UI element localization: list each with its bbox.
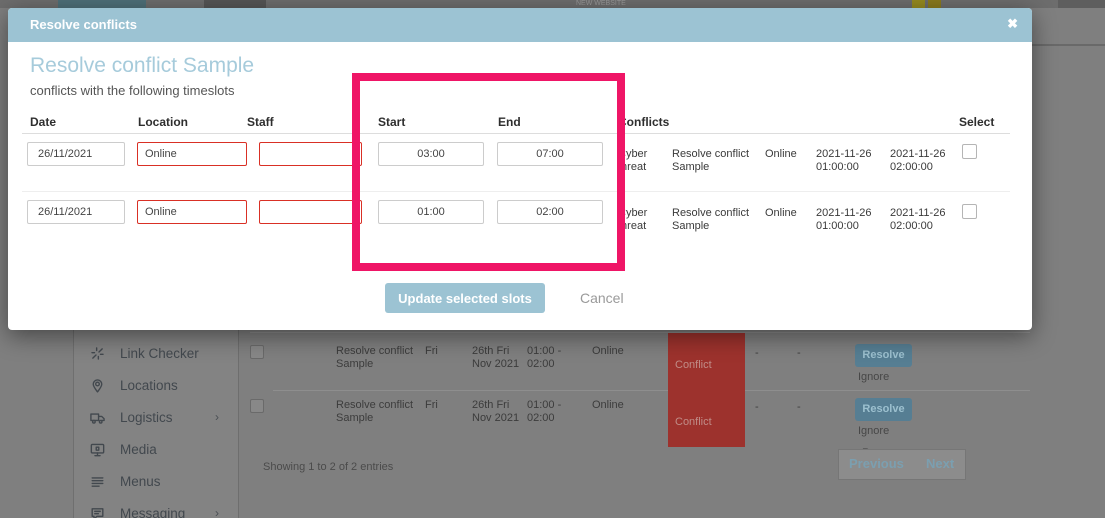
conflict-location: Online: [765, 207, 797, 220]
conflict-end: 2021-11-26 02:00:00: [890, 207, 954, 233]
topbar-fragment: [1058, 0, 1105, 8]
select-checkbox[interactable]: [962, 204, 977, 219]
conflict-event: Resolve conflict Sample: [672, 207, 760, 233]
event-time: 01:00 - 02:00: [527, 399, 575, 425]
cancel-button[interactable]: Cancel: [580, 290, 624, 306]
conflict-location: Online: [765, 148, 797, 161]
ignore-link[interactable]: Ignore: [858, 371, 889, 383]
col-header-date: Date: [30, 115, 56, 129]
list-icon: [89, 473, 106, 490]
ignore-link[interactable]: Ignore: [858, 425, 889, 437]
staff-input[interactable]: [259, 142, 362, 166]
location-input[interactable]: [137, 142, 247, 166]
row-checkbox[interactable]: [250, 399, 264, 413]
conflict-subheading: conflicts with the following timeslots: [30, 83, 234, 98]
col-header-select: Select: [959, 115, 994, 129]
broken-link-icon: [89, 345, 106, 362]
event-location: Online: [592, 399, 624, 412]
topbar-label: NEW WEBSITE: [576, 0, 666, 8]
sidebar-item-link-checker[interactable]: Link Checker: [74, 343, 238, 367]
resolve-button[interactable]: Resolve: [855, 344, 912, 367]
status-badge: Conflict: [668, 333, 745, 390]
col-header-conflicts: Conflicts: [618, 115, 669, 129]
update-selected-slots-button[interactable]: Update selected slots: [385, 283, 545, 313]
topbar-fragment: [928, 0, 941, 8]
date-input[interactable]: [27, 142, 125, 166]
screen: NEW WEBSITE Link Checker Locations Logis…: [0, 0, 1105, 518]
monitor-icon: [89, 441, 106, 458]
sidebar-item-label: Media: [120, 442, 157, 457]
event-time: 01:00 - 02:00: [527, 345, 575, 371]
conflict-heading: Resolve conflict Sample: [30, 54, 254, 78]
col-header-staff: Staff: [247, 115, 274, 129]
row-checkbox[interactable]: [250, 345, 264, 359]
event-date: 26th Fri Nov 2021: [472, 399, 528, 425]
resolve-button[interactable]: Resolve: [855, 398, 912, 421]
event-name: Resolve conflict Sample: [336, 399, 418, 425]
event-location: Online: [592, 345, 624, 358]
row-divider: [273, 390, 1030, 391]
sidebar-item-label: Menus: [120, 474, 161, 489]
status-label: Conflict: [675, 359, 712, 371]
dimmed-header-edge: [1032, 44, 1105, 46]
col-header-location: Location: [138, 115, 188, 129]
sidebar: Link Checker Locations Logistics › Media: [73, 330, 239, 518]
sidebar-item-label: Locations: [120, 378, 178, 393]
cell-dash: -: [755, 401, 759, 414]
event-name: Resolve conflict Sample: [336, 345, 418, 371]
event-date: 26th Fri Nov 2021: [472, 345, 528, 371]
table-summary: Showing 1 to 2 of 2 entries: [263, 461, 393, 473]
sidebar-item-menus[interactable]: Menus: [74, 471, 238, 495]
staff-input[interactable]: [259, 200, 362, 224]
status-label: Conflict: [675, 416, 712, 428]
topbar-fragment: [912, 0, 925, 8]
sidebar-item-label: Logistics: [120, 410, 173, 425]
topbar-fragment: [58, 0, 146, 8]
select-checkbox[interactable]: [962, 144, 977, 159]
chat-icon: [89, 505, 106, 518]
modal-header: Resolve conflicts ✖: [8, 8, 1032, 42]
cell-dash: -: [797, 401, 801, 414]
truck-icon: [89, 409, 106, 426]
sidebar-item-label: Messaging: [120, 506, 185, 518]
modal-title: Resolve conflicts: [30, 17, 137, 32]
annotation-highlight-box: [352, 73, 625, 271]
sidebar-item-messaging[interactable]: Messaging ›: [74, 503, 238, 518]
sidebar-item-locations[interactable]: Locations: [74, 375, 238, 399]
dimmed-topbar: NEW WEBSITE: [0, 0, 1105, 8]
row-divider: [250, 332, 1030, 333]
conflict-start: 2021-11-26 01:00:00: [816, 148, 880, 174]
location-input[interactable]: [137, 200, 247, 224]
status-badge: Conflict: [668, 390, 745, 447]
sidebar-item-label: Link Checker: [120, 346, 199, 361]
topbar-fragment: [204, 0, 266, 8]
cell-dash: -: [755, 347, 759, 360]
conflict-start: 2021-11-26 01:00:00: [816, 207, 880, 233]
pagination: Previous Next: [838, 449, 966, 480]
cell-dash: -: [797, 347, 801, 360]
event-day: Fri: [425, 399, 438, 412]
close-icon[interactable]: ✖: [1007, 16, 1018, 32]
chevron-right-icon: ›: [215, 506, 219, 518]
event-day: Fri: [425, 345, 438, 358]
chevron-right-icon: ›: [215, 410, 219, 424]
date-input[interactable]: [27, 200, 125, 224]
conflict-end: 2021-11-26 02:00:00: [890, 148, 954, 174]
next-button[interactable]: Next: [926, 456, 954, 471]
previous-button[interactable]: Previous: [849, 456, 904, 471]
conflict-event: Resolve conflict Sample: [672, 148, 760, 174]
sidebar-item-logistics[interactable]: Logistics ›: [74, 407, 238, 431]
sidebar-item-media[interactable]: Media: [74, 439, 238, 463]
map-pin-icon: [89, 377, 106, 394]
